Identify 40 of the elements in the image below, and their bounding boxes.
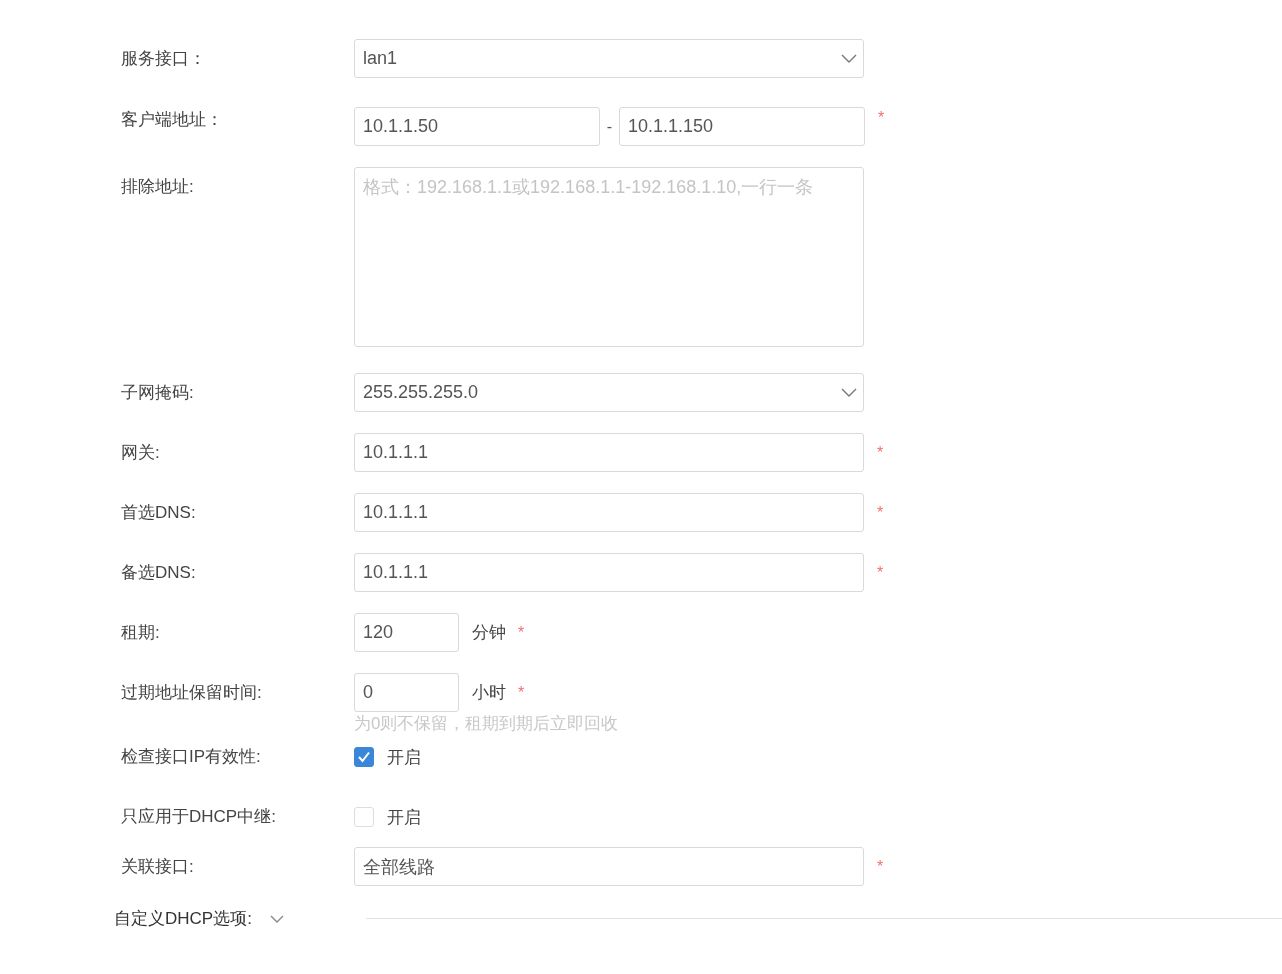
field-label: 服务接口： [121,48,207,70]
field-label: 网关: [121,442,161,464]
range-separator: - [605,117,614,136]
checkbox-label: 开启 [387,746,421,769]
dropdown[interactable]: 255.255.255.0 [354,373,864,412]
field-label: 过期地址保留时间: [121,682,263,704]
field-label: 备选DNS: [121,562,197,584]
chevron-down-icon [841,54,857,63]
field-label: 客户端地址： [121,109,224,131]
input-field[interactable]: 10.1.1.1 [354,553,864,592]
required-mark: * [877,563,884,582]
field-label: 只应用于DHCP中继: [121,806,277,828]
section-title: 自定义DHCP选项: [114,908,252,930]
unit-label: 小时 [472,682,506,704]
chevron-down-icon[interactable] [269,914,284,923]
field-label: 子网掩码: [121,382,195,404]
input-field[interactable]: 120 [354,613,459,652]
required-mark: * [877,443,884,462]
required-mark: * [877,503,884,522]
input-field[interactable]: 10.1.1.150 [619,107,865,146]
chevron-down-icon [841,388,857,397]
checkbox[interactable] [354,747,374,767]
required-mark: * [518,623,525,642]
field-label: 排除地址: [121,176,195,198]
required-mark: * [878,109,885,127]
input-field[interactable]: 10.1.1.1 [354,433,864,472]
field-label: 租期: [121,622,161,644]
field-label: 关联接口: [121,856,195,878]
input-field[interactable]: 0 [354,673,459,712]
required-mark: * [877,857,884,876]
checkmark-icon [357,751,371,763]
field-label: 首选DNS: [121,502,197,524]
input-field[interactable]: 10.1.1.50 [354,107,600,146]
dropdown[interactable]: lan1 [354,39,864,78]
checkbox-label: 开启 [387,806,421,829]
unit-label: 分钟 [472,622,506,644]
field-label: 检查接口IP有效性: [121,746,262,768]
input-field[interactable]: 全部线路 [354,847,864,886]
input-field[interactable]: 10.1.1.1 [354,493,864,532]
required-mark: * [518,683,525,702]
